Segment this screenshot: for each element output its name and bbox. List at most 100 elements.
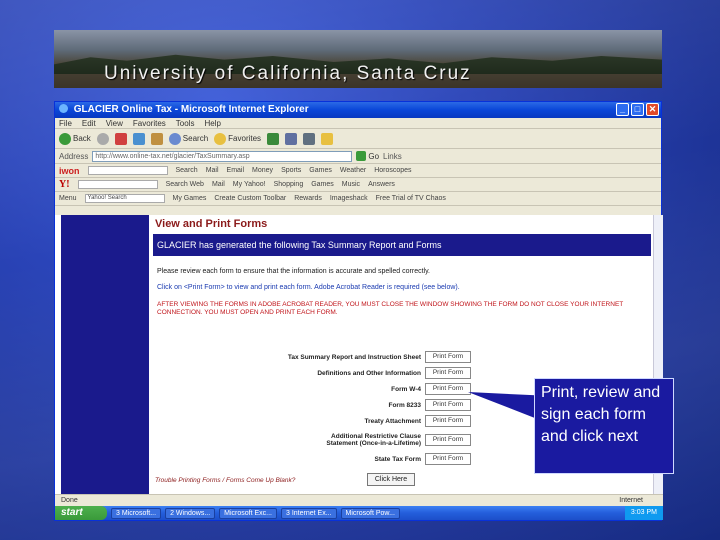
menu-tools[interactable]: Tools [176, 118, 195, 128]
form-label: Form W-4 [391, 385, 421, 393]
taskbar-item[interactable]: Microsoft Pow... [340, 507, 400, 519]
form-row: Form W-4 Print Form [221, 381, 471, 397]
taskbar-item[interactable]: 2 Windows... [165, 507, 216, 519]
form-label: Tax Summary Report and Instruction Sheet [287, 353, 421, 361]
form-row: Form 8233 Print Form [221, 397, 471, 413]
print-form-button[interactable]: Print Form [425, 434, 471, 446]
yahoo-search-input[interactable] [77, 180, 158, 189]
menu-edit[interactable]: Edit [82, 118, 96, 128]
yahoo-link-shopping[interactable]: Shopping [274, 181, 304, 188]
trouble-printing-link[interactable]: Trouble Printing Forms / Forms Come Up B… [155, 477, 295, 484]
warning-text: AFTER VIEWING THE FORMS IN ADOBE ACROBAT… [157, 301, 624, 316]
favorites-button[interactable]: Favorites [214, 132, 261, 145]
maximize-icon[interactable]: □ [631, 103, 644, 116]
instruction-callout: Print, review and sign each form and cli… [534, 378, 674, 474]
form-label: Form 8233 [388, 401, 421, 409]
forms-list: Tax Summary Report and Instruction Sheet… [221, 349, 471, 467]
university-banner: University of California, Santa Cruz [54, 30, 662, 88]
iwon-link-email[interactable]: Email [227, 167, 245, 174]
taskbar: start 3 Microsoft... 2 Windows... Micros… [55, 506, 663, 520]
menu-help[interactable]: Help [204, 118, 220, 128]
stop-icon[interactable] [114, 132, 127, 145]
toolbar-menu[interactable]: Menu [59, 195, 77, 202]
minimize-icon[interactable]: _ [616, 103, 629, 116]
media-icon[interactable] [267, 132, 280, 145]
ie-logo-icon [59, 104, 68, 113]
print-form-button[interactable]: Print Form [425, 351, 471, 363]
print-icon[interactable] [303, 132, 316, 145]
iwon-link-mail[interactable]: Mail [206, 167, 219, 174]
yahoo-link-mail[interactable]: Mail [212, 181, 225, 188]
go-button[interactable]: Go [356, 151, 379, 161]
menu-favorites[interactable]: Favorites [133, 118, 166, 128]
search-label: Search [182, 134, 209, 143]
go-arrow-icon [356, 151, 367, 161]
iwon-link-games[interactable]: Games [309, 167, 332, 174]
iwon-search-button[interactable]: Search [176, 167, 198, 174]
print-form-button[interactable]: Print Form [425, 415, 471, 427]
address-input[interactable]: http://www.online-tax.net/glacier/TaxSum… [92, 150, 353, 162]
status-bar: Done Internet [55, 494, 663, 506]
go-label: Go [368, 151, 380, 161]
status-text: Done [61, 497, 78, 504]
home-icon[interactable] [150, 132, 163, 145]
iwon-logo[interactable]: iwon [59, 166, 80, 176]
page-title: View and Print Forms [155, 218, 268, 230]
print-form-button[interactable]: Print Form [425, 399, 471, 411]
window-title: GLACIER Online Tax - Microsoft Internet … [73, 104, 309, 115]
address-label: Address [59, 151, 89, 161]
print-form-button[interactable]: Print Form [425, 367, 471, 379]
back-button[interactable]: Back [59, 132, 91, 145]
toolbar-link-rewards[interactable]: Rewards [294, 195, 322, 202]
window-titlebar[interactable]: GLACIER Online Tax - Microsoft Internet … [55, 102, 661, 118]
toolbar-link-games[interactable]: My Games [173, 195, 207, 202]
menu-view[interactable]: View [106, 118, 123, 128]
back-label: Back [73, 134, 91, 143]
notice-banner: GLACIER has generated the following Tax … [153, 234, 651, 256]
toolbar-link-custom[interactable]: Create Custom Toolbar [214, 195, 286, 202]
yahoo-link-games[interactable]: Games [311, 181, 334, 188]
links-label[interactable]: Links [383, 152, 402, 161]
form-row: Treaty Attachment Print Form [221, 413, 471, 429]
toolbar-link-imageshack[interactable]: Imageshack [330, 195, 368, 202]
form-label: Treaty Attachment [364, 417, 421, 425]
extra-toolbar: Menu Yahoo! Search My Games Create Custo… [55, 192, 661, 206]
yahoo-link-answers[interactable]: Answers [368, 181, 395, 188]
taskbar-item[interactable]: 3 Microsoft... [111, 507, 162, 519]
search-icon [168, 132, 181, 145]
folder-icon[interactable] [321, 132, 334, 145]
print-instruction: Click on <Print Form> to view and print … [157, 284, 460, 291]
search-button[interactable]: Search [168, 132, 209, 145]
iwon-link-money[interactable]: Money [252, 167, 273, 174]
form-row: Tax Summary Report and Instruction Sheet… [221, 349, 471, 365]
yahoo-search-button[interactable]: Search Web [166, 181, 204, 188]
start-button[interactable]: start [55, 506, 107, 520]
toolbar-search-input[interactable]: Yahoo! Search [84, 194, 165, 203]
taskbar-item[interactable]: 3 Internet Ex... [281, 507, 337, 519]
menu-file[interactable]: File [59, 118, 72, 128]
refresh-icon[interactable] [132, 132, 145, 145]
print-form-button[interactable]: Print Form [425, 383, 471, 395]
window-controls: _ □ ✕ [616, 103, 659, 116]
yahoo-link-music[interactable]: Music [342, 181, 360, 188]
yahoo-link-my-yahoo[interactable]: My Yahoo! [233, 181, 266, 188]
review-instruction: Please review each form to ensure that t… [157, 268, 431, 275]
iwon-link-sports[interactable]: Sports [281, 167, 301, 174]
form-row: Definitions and Other Information Print … [221, 365, 471, 381]
system-tray-clock[interactable]: 3:03 PM [624, 506, 663, 520]
toolbar-link-trial[interactable]: Free Trial of TV Chaos [376, 195, 446, 202]
forward-arrow-icon[interactable] [96, 132, 109, 145]
click-here-button[interactable]: Click Here [367, 473, 415, 486]
mail-icon[interactable] [285, 132, 298, 145]
taskbar-item[interactable]: Microsoft Exc... [219, 507, 277, 519]
iwon-link-horoscopes[interactable]: Horoscopes [374, 167, 411, 174]
left-nav-panel [61, 215, 149, 495]
yahoo-logo[interactable]: Y! [59, 179, 70, 190]
yahoo-toolbar: Y! Search Web Mail My Yahoo! Shopping Ga… [55, 178, 661, 192]
iwon-link-weather[interactable]: Weather [340, 167, 366, 174]
iwon-search-input[interactable] [87, 166, 168, 175]
print-form-button[interactable]: Print Form [425, 453, 471, 465]
close-icon[interactable]: ✕ [646, 103, 659, 116]
menu-bar: File Edit View Favorites Tools Help [55, 118, 661, 129]
form-label: State Tax Form [374, 455, 421, 463]
